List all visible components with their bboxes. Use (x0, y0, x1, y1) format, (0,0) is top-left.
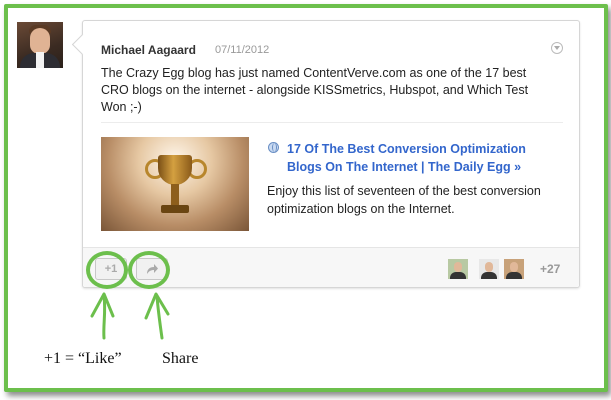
avatar[interactable] (448, 259, 468, 279)
plus-one-highlight-circle (86, 251, 128, 289)
share-highlight-circle (128, 251, 170, 289)
plus-count[interactable]: +27 (540, 262, 560, 276)
divider (101, 122, 563, 123)
avatar[interactable] (479, 259, 499, 279)
share-annotation: Share (162, 350, 199, 367)
author-avatar[interactable] (17, 22, 63, 68)
like-annotation: +1 = “Like” (44, 350, 122, 367)
chevron-down-icon[interactable] (551, 42, 563, 54)
post-date[interactable]: 07/11/2012 (215, 44, 269, 56)
post-author[interactable]: Michael Aagaard (101, 43, 196, 57)
post-card: Michael Aagaard 07/11/2012 The Crazy Egg… (71, 20, 580, 288)
globe-icon (268, 142, 279, 153)
link-thumbnail[interactable] (101, 137, 249, 231)
link-description: Enjoy this list of seventeen of the best… (267, 184, 541, 216)
link-title[interactable]: 17 Of The Best Conversion Optimization B… (287, 140, 557, 176)
avatar[interactable] (504, 259, 524, 279)
post-text: The Crazy Egg blog has just named Conten… (101, 66, 529, 114)
